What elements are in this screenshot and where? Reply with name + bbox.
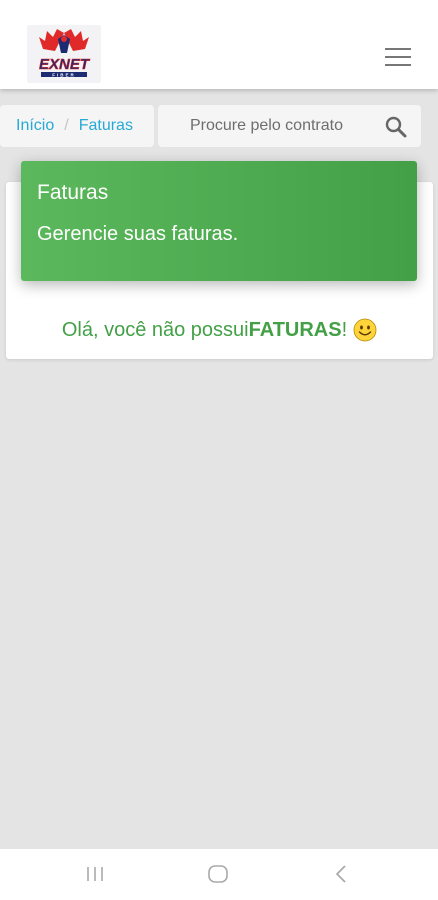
top-app-bar: EXNET FIBER [0,0,438,89]
recents-icon[interactable] [86,864,104,884]
smiley-icon [353,318,377,342]
exnet-logo[interactable]: EXNET FIBER [27,25,101,83]
system-navigation-bar [0,849,438,900]
card-title: Faturas [37,181,109,204]
back-icon[interactable] [333,864,349,884]
search-icon[interactable] [384,115,408,139]
no-invoices-message: Olá, você não possui FATURAS ! [6,318,433,342]
message-prefix: Olá, você não possui [61,318,249,341]
logo-subtext: FIBER [52,73,76,78]
contract-search-input[interactable] [158,105,378,147]
menu-line [385,56,411,58]
menu-line [385,64,411,66]
logo-text: EXNET [39,56,91,73]
exnet-logo-graphic: EXNET FIBER [33,29,95,78]
card-header-banner: Faturas Gerencie suas faturas. [21,161,417,281]
breadcrumb-separator: / [64,117,69,134]
home-icon[interactable] [207,864,229,884]
menu-line [385,48,411,50]
message-suffix: ! [341,318,348,341]
breadcrumb-home-link[interactable]: Início [16,117,54,135]
hamburger-menu-icon[interactable] [385,48,411,66]
card-subtitle: Gerencie suas faturas. [37,223,239,245]
breadcrumb-faturas-link[interactable]: Faturas [79,117,133,135]
message-emphasis: FATURAS [248,318,342,341]
contract-search-box [158,105,421,147]
breadcrumb: Início / Faturas [0,105,154,147]
